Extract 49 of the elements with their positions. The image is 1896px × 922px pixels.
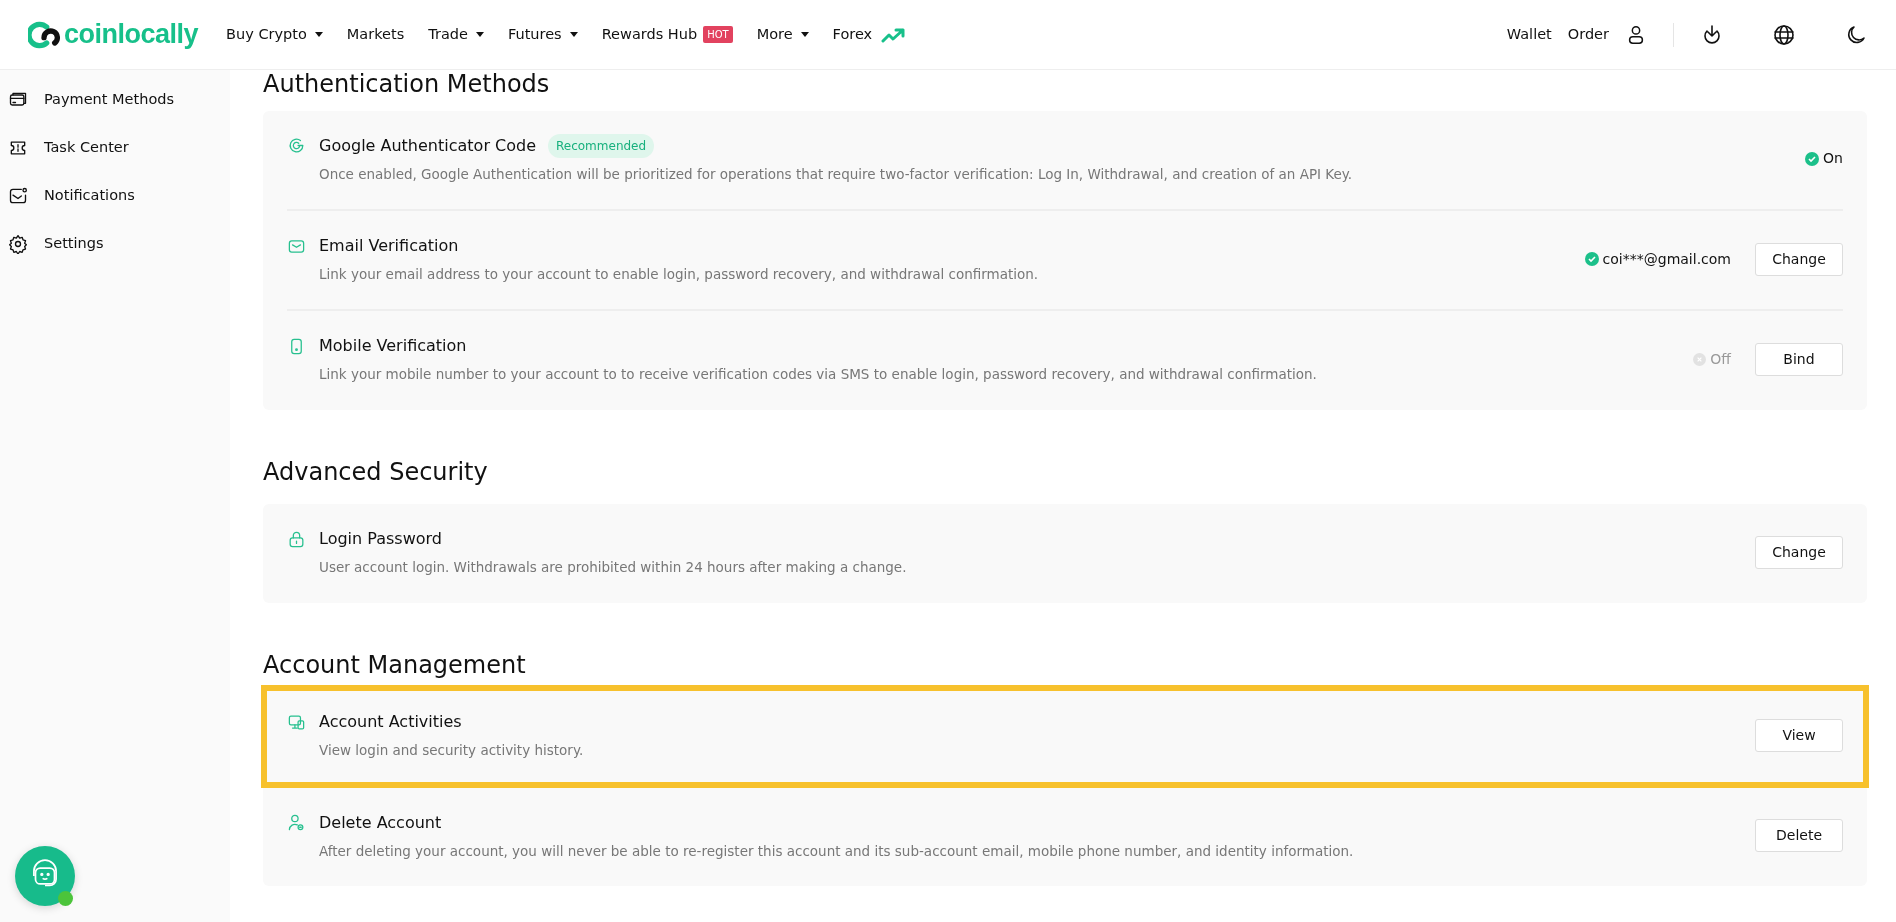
nav-link[interactable]: Markets [346,23,405,46]
nav-link[interactable]: Forex [832,23,907,46]
row-description: Link your mobile number to your account to to receive verification codes via SMS to enable login, password recovery, and withdrawal confirmation. [319,365,1318,385]
action-button[interactable]: Change [1755,535,1843,569]
recommended-badge: Recommended [548,133,655,158]
row-title: Login Password [319,528,442,551]
nav-link[interactable]: More [756,23,809,46]
status-text: On [1823,149,1843,169]
row-description: Link your email address to your account to enable login, password recovery, and withdrawal confirmation. [319,265,1040,285]
nav-link[interactable]: Order [1567,23,1609,46]
row-description: User account login. Withdrawals are prohibited within 24 hours after making a change. [319,558,908,578]
message-icon [8,186,28,206]
action-button[interactable]: Change [1755,242,1843,276]
status-text: coi***@gmail.com [1602,249,1731,269]
row-description: After deleting your account, you will never be able to re-register this account and its sub-account email, mobile phone number, and identity information. [319,841,1355,861]
settings-icon [8,234,28,254]
section-heading: Advanced Security [263,457,489,487]
nav-link[interactable]: Futures [507,23,578,46]
section-heading: Account Management [263,650,527,680]
action-button[interactable]: View [1755,719,1843,752]
row-title: Mobile Verification [319,335,467,358]
row-description: Once enabled, Google Authentication will be prioritized for operations that require two-factor verification: Log In, Withdrawal, and creation of an API Key. [319,164,1354,184]
caret-icon [569,32,578,37]
status-text: Off [1710,349,1731,369]
trend-up-icon [880,26,907,43]
nav-link[interactable]: Trade [428,23,484,46]
row-title: Google Authenticator Code [319,134,536,157]
row-title: Account Activities [319,711,462,734]
sidebar-item[interactable]: Settings [0,220,230,268]
action-button[interactable]: Delete [1755,819,1843,853]
sidebar-item[interactable]: Payment Methods [0,76,230,124]
caret-icon [475,32,484,37]
section-heading: Authentication Methods [263,70,551,99]
google-g-icon [287,136,306,156]
row-description: View login and security activity history. [319,741,585,761]
nav-link[interactable]: Rewards Hub HOT [601,23,733,46]
lock-icon [287,529,306,549]
caret-icon [314,32,323,37]
sidebar-item[interactable]: Notifications [0,172,230,220]
hot-badge: HOT [703,26,733,43]
nav-link[interactable]: Buy Crypto [226,23,323,46]
user-remove-icon [287,813,306,833]
row-title: Delete Account [319,811,442,834]
caret-icon [800,32,809,37]
nav-link[interactable]: Wallet [1506,23,1552,46]
row-title: Email Verification [319,235,459,258]
globe-icon [1772,22,1796,47]
sidebar-item[interactable]: Task Center [0,124,230,172]
action-button[interactable]: Bind [1755,342,1843,376]
